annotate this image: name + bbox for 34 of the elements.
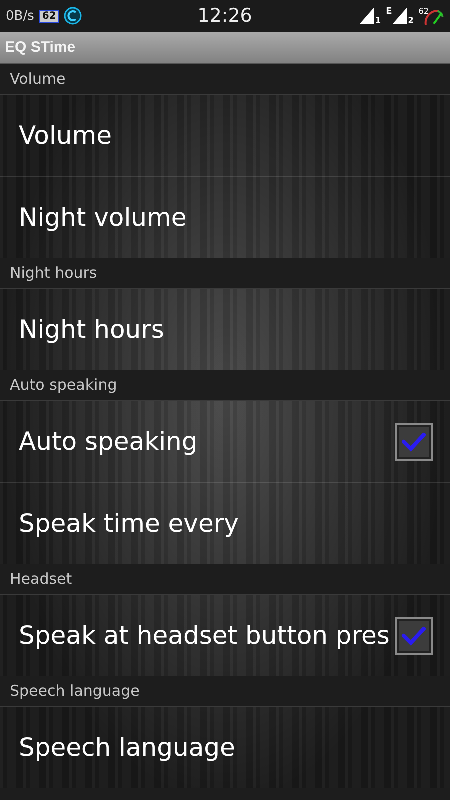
clock: 12:26 <box>198 5 252 27</box>
signal-icon <box>393 8 408 24</box>
section-title: Night hours <box>10 264 98 282</box>
preference-label: Volume <box>19 121 112 150</box>
preference-label: Speak at headset button pres <box>19 621 390 650</box>
section-title: Headset <box>10 570 72 588</box>
preference-label: Auto speaking <box>19 427 198 456</box>
checkbox[interactable] <box>395 422 433 460</box>
battery-level: 62 <box>418 7 429 16</box>
preference-item[interactable]: Night volume <box>0 177 450 258</box>
preference-item[interactable]: Speak at headset button pres <box>0 595 450 676</box>
sim-label: 1 <box>375 16 382 25</box>
preference-item[interactable]: Auto speaking <box>0 401 450 482</box>
preference-item[interactable]: Night hours <box>0 289 450 370</box>
preference-label: Night volume <box>19 203 187 232</box>
preference-label: Speech language <box>19 733 236 762</box>
check-icon <box>401 624 427 646</box>
notification-badge: 62 <box>39 10 60 22</box>
preference-item[interactable]: Speech language <box>0 707 450 788</box>
section-title: Volume <box>10 70 66 88</box>
section-title: Auto speaking <box>10 376 118 394</box>
checkbox[interactable] <box>395 616 433 654</box>
signal-icon <box>360 8 374 24</box>
sim-label: 2 <box>408 16 414 25</box>
network-speed: 0B/s <box>6 8 34 24</box>
section-title: Speech language <box>10 682 140 700</box>
check-icon <box>401 430 427 452</box>
network-type: E <box>386 7 392 17</box>
app-notification-icon <box>64 7 82 25</box>
preference-item[interactable]: Speak time every <box>0 483 450 564</box>
preference-label: Night hours <box>19 315 164 344</box>
preference-label: Speak time every <box>19 509 239 538</box>
preference-item[interactable]: Volume <box>0 95 450 176</box>
app-title: EQ STime <box>5 39 76 56</box>
